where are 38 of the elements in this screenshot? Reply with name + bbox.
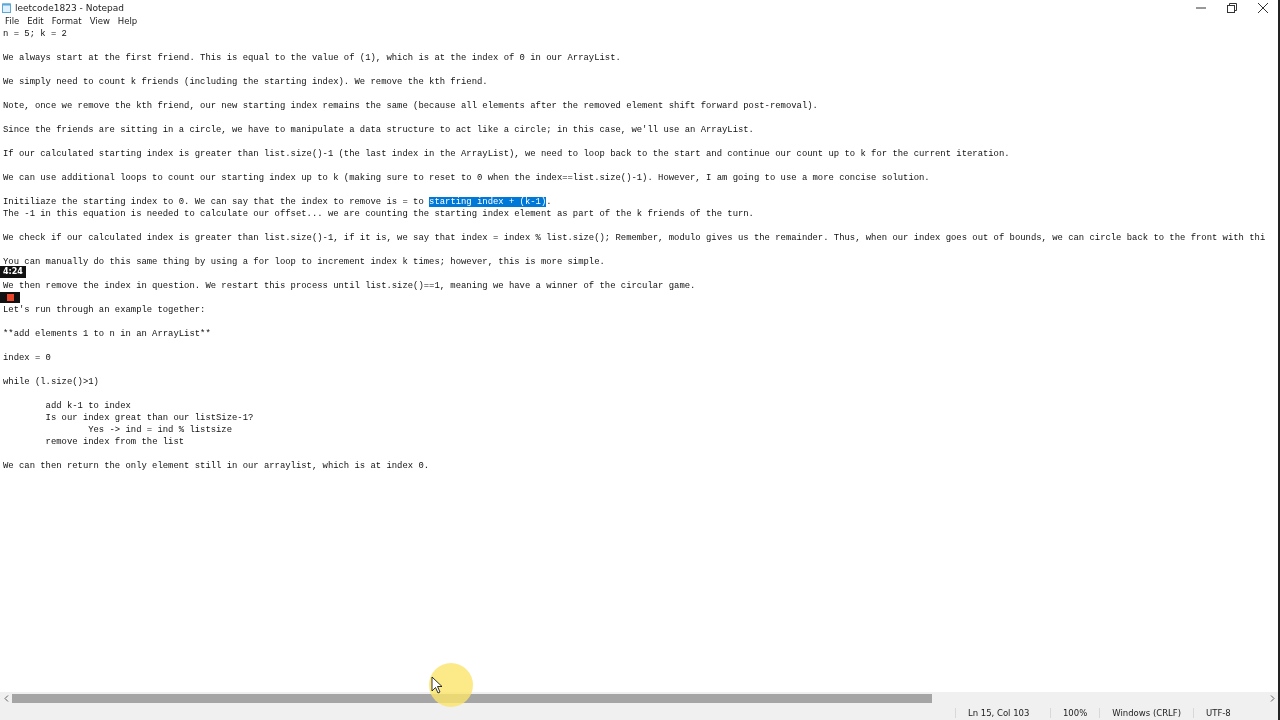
close-icon — [1257, 2, 1268, 13]
text-line: The -1 in this equation is needed to calculate our offset... we are counting the starting index element as part of the k friends of the turn. — [3, 208, 755, 220]
notepad-icon — [2, 2, 11, 13]
text-line: Is our index great than our listSize-1? — [44, 412, 255, 424]
text-line: Yes -> ind = ind % listsize — [87, 424, 234, 436]
text-line: We simply need to count k friends (including the starting index). We remove the kth friend. — [3, 76, 489, 88]
scrollbar-thumb[interactable] — [12, 694, 932, 703]
stop-recording-button[interactable] — [0, 292, 20, 303]
recording-timer: 4:24 — [0, 266, 26, 278]
text-line: Note, once we remove the kth friend, our new starting index remains the same (because all elements after the removed element shift forward post-removal). — [3, 100, 819, 112]
text-line: **add elements 1 to n in an ArrayList** — [3, 328, 212, 340]
text-line: If our calculated starting index is greater than list.size()-1 (the last index in the ArrayList), we need to loop back to the start and continue our count up to k for the current iteration. — [3, 148, 1011, 160]
text-line: n = 5; k = 2 — [3, 28, 68, 40]
text-line: index = 0 — [3, 352, 52, 364]
status-text: Windows (CRLF) — [1099, 707, 1193, 718]
text-line: We check if our calculated index is greater than list.size()-1, if it is, we say that index = index % list.size(); Remember, modulo gives us the remainder. Thus, when our index goes out of bounds, we can circle back to the front with thi — [3, 232, 1267, 244]
menu-item[interactable]: File — [2, 15, 25, 27]
text-line: We always start at the first friend. This is equal to the value of (1), which is at the index of 0 in our ArrayList. — [3, 52, 622, 64]
menu-item[interactable]: Help — [114, 15, 143, 27]
text-line: You can manually do this same thing by using a for loop to increment index k times; however, this is more simple. — [3, 256, 606, 267]
text-line: Initiliaze the starting index to 0. We can say that the index to remove is = to starting index + (k-1). — [3, 196, 553, 208]
window-title: leetcode1823 - Notepad — [15, 2, 124, 13]
menu-item[interactable]: View — [86, 15, 115, 27]
restore-icon — [1226, 2, 1237, 13]
text-line: Let's run through an example together: — [3, 304, 207, 316]
text-line: add k-1 to index — [44, 400, 132, 412]
text-line: We can then return the only element still in our arraylist, which is at index 0. — [3, 460, 431, 472]
status-text: Ln 15, Col 103 — [954, 707, 1050, 718]
status-text: UTF-8 — [1193, 707, 1278, 718]
text-line: Since the friends are sitting in a circle, we have to manipulate a data structure to act like a circle; in this case, we'll use an ArrayList. — [3, 124, 755, 136]
menu-item[interactable]: Edit — [24, 15, 49, 27]
text-line: We then remove the index in question. We restart this process until list.size()==1, meaning we have a winner of the circular game. — [3, 280, 697, 292]
text-line: remove index from the list — [44, 436, 186, 448]
text-line: while (l.size()>1) — [3, 376, 100, 388]
text-line: We can use additional loops to count our starting index up to k (making sure to reset to 0 when the index==list.size()-1). However, I am going to use a more concise solution. — [3, 172, 931, 184]
status-text: 100% — [1049, 707, 1100, 718]
mouse-cursor-icon — [428, 662, 474, 708]
menu-item[interactable]: Format — [48, 15, 87, 27]
